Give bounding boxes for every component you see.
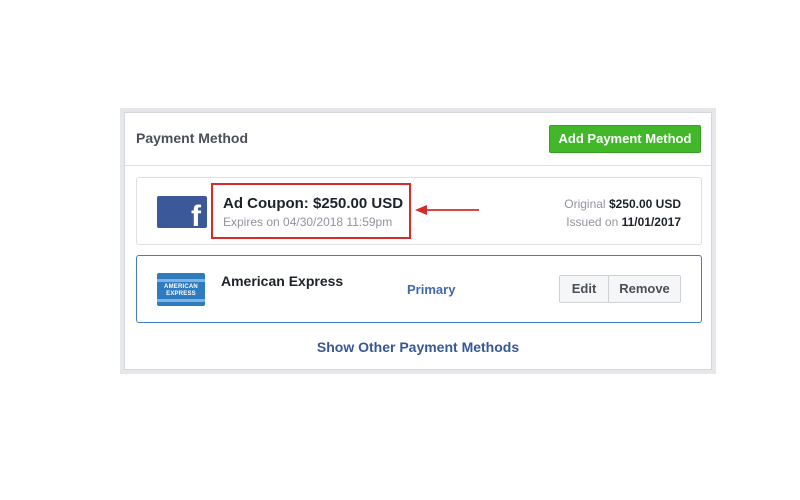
primary-badge: Primary [407, 282, 456, 297]
panel-title: Payment Method [136, 130, 249, 146]
remove-button[interactable]: Remove [608, 275, 681, 303]
panel-header: Payment Method Add Payment Method [125, 113, 711, 166]
facebook-logo-icon: f [157, 196, 207, 228]
add-payment-method-button[interactable]: Add Payment Method [549, 125, 701, 153]
ad-coupon-row: f Ad Coupon: $250.00 USD Expires on 04/3… [136, 177, 702, 245]
american-express-row: AMERICAN EXPRESS American Express Primar… [136, 255, 702, 323]
original-amount: Original $250.00 USD [564, 197, 681, 211]
edit-button[interactable]: Edit [559, 275, 609, 303]
card-name: American Express [221, 273, 344, 289]
highlight-box [211, 183, 411, 239]
show-other-payment-methods-link[interactable]: Show Other Payment Methods [125, 339, 711, 355]
payment-method-panel: Payment Method Add Payment Method f Ad C… [124, 112, 712, 370]
american-express-logo-icon: AMERICAN EXPRESS [157, 273, 205, 306]
coupon-meta: Original $250.00 USD Issued on 11/01/201… [564, 195, 681, 231]
issued-date: Issued on 11/01/2017 [566, 215, 681, 229]
annotation-arrow-icon [415, 205, 479, 215]
